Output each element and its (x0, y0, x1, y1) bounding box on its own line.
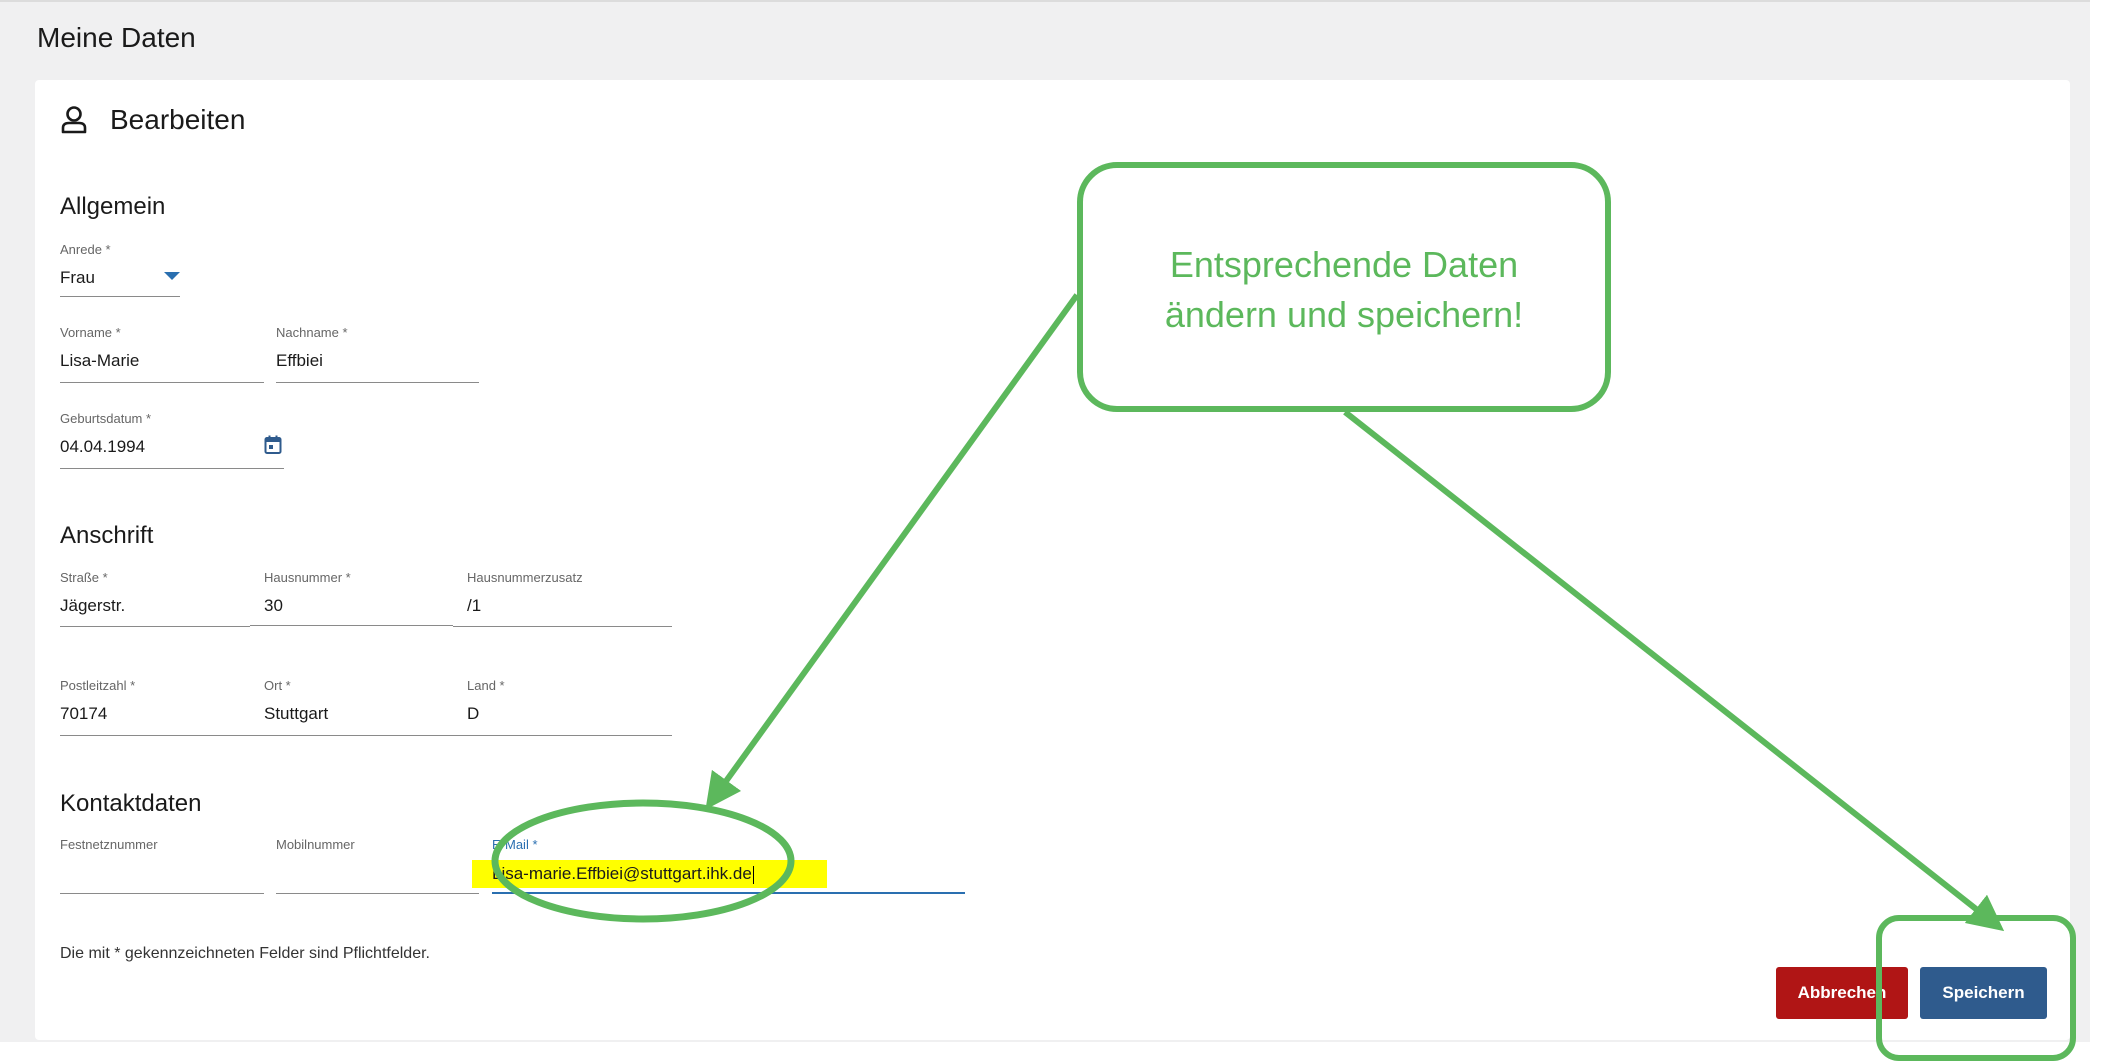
nachname-label: Nachname * (276, 325, 348, 340)
hausnummer-value: 30 (264, 596, 283, 615)
dropdown-arrow-icon (164, 272, 180, 280)
ort-label: Ort * (264, 678, 291, 693)
geburtsdatum-field[interactable]: Geburtsdatum * 04.04.1994 (60, 411, 284, 469)
email-value: Lisa-marie.Effbiei@stuttgart.ihk.de (492, 864, 754, 884)
hausnummerzusatz-value: /1 (467, 596, 482, 615)
postleitzahl-label: Postleitzahl * (60, 678, 136, 693)
vorname-value: Lisa-Marie (60, 351, 140, 370)
ort-field[interactable]: Ort * Stuttgart (250, 678, 453, 736)
anrede-label: Anrede * (60, 242, 111, 257)
calendar-icon[interactable] (264, 435, 282, 455)
festnetz-field[interactable]: Festnetznummer (60, 837, 264, 894)
nachname-value: Effbiei (276, 351, 323, 370)
section-anschrift: Anschrift (60, 522, 154, 549)
hausnummer-field[interactable]: Hausnummer * 30 (250, 570, 453, 626)
land-label: Land * (467, 678, 505, 693)
vorname-field[interactable]: Vorname * Lisa-Marie (60, 325, 264, 383)
festnetz-label: Festnetznummer (60, 837, 158, 852)
ort-value: Stuttgart (264, 704, 329, 723)
save-button[interactable]: Speichern (1920, 967, 2047, 1019)
anrede-select[interactable]: Anrede * Frau (60, 242, 180, 297)
annotation-line-1: Entsprechende Daten (1169, 244, 1519, 285)
geburtsdatum-value: 04.04.1994 (60, 437, 146, 456)
strasse-label: Straße * (60, 570, 108, 585)
land-value: D (467, 704, 480, 723)
annotation-text: Entsprechende Daten ändern und speichern… (1077, 240, 1611, 340)
postleitzahl-field[interactable]: Postleitzahl * 70174 (60, 678, 250, 736)
mobil-field[interactable]: Mobilnummer (276, 837, 479, 894)
text-caret (752, 865, 754, 884)
card-title: Bearbeiten (110, 104, 246, 135)
postleitzahl-value: 70174 (60, 704, 108, 723)
user-icon (61, 106, 87, 134)
hausnummerzusatz-field[interactable]: Hausnummerzusatz /1 (453, 570, 672, 627)
nachname-field[interactable]: Nachname * Effbiei (276, 325, 479, 383)
vorname-label: Vorname * (60, 325, 121, 340)
strasse-value: Jägerstr. (60, 596, 126, 615)
edit-card (35, 80, 2070, 1040)
strasse-field[interactable]: Straße * Jägerstr. (60, 570, 250, 627)
page-title: Meine Daten (37, 22, 196, 53)
required-fields-note: Die mit * gekennzeichneten Felder sind P… (60, 945, 430, 962)
hausnummerzusatz-label: Hausnummerzusatz (467, 570, 583, 585)
card-header: Bearbeiten (60, 104, 245, 136)
geburtsdatum-label: Geburtsdatum * (60, 411, 152, 426)
mobil-label: Mobilnummer (276, 837, 355, 852)
annotation-line-2: ändern und speichern! (1164, 294, 1524, 335)
cancel-button[interactable]: Abbrechen (1776, 967, 1908, 1019)
land-field[interactable]: Land * D (453, 678, 672, 736)
section-allgemein: Allgemein (60, 193, 166, 220)
email-label: E-Mail * (492, 837, 538, 852)
anrede-value: Frau (60, 268, 95, 287)
section-kontaktdaten: Kontaktdaten (60, 790, 202, 817)
hausnummer-label: Hausnummer * (264, 570, 351, 585)
